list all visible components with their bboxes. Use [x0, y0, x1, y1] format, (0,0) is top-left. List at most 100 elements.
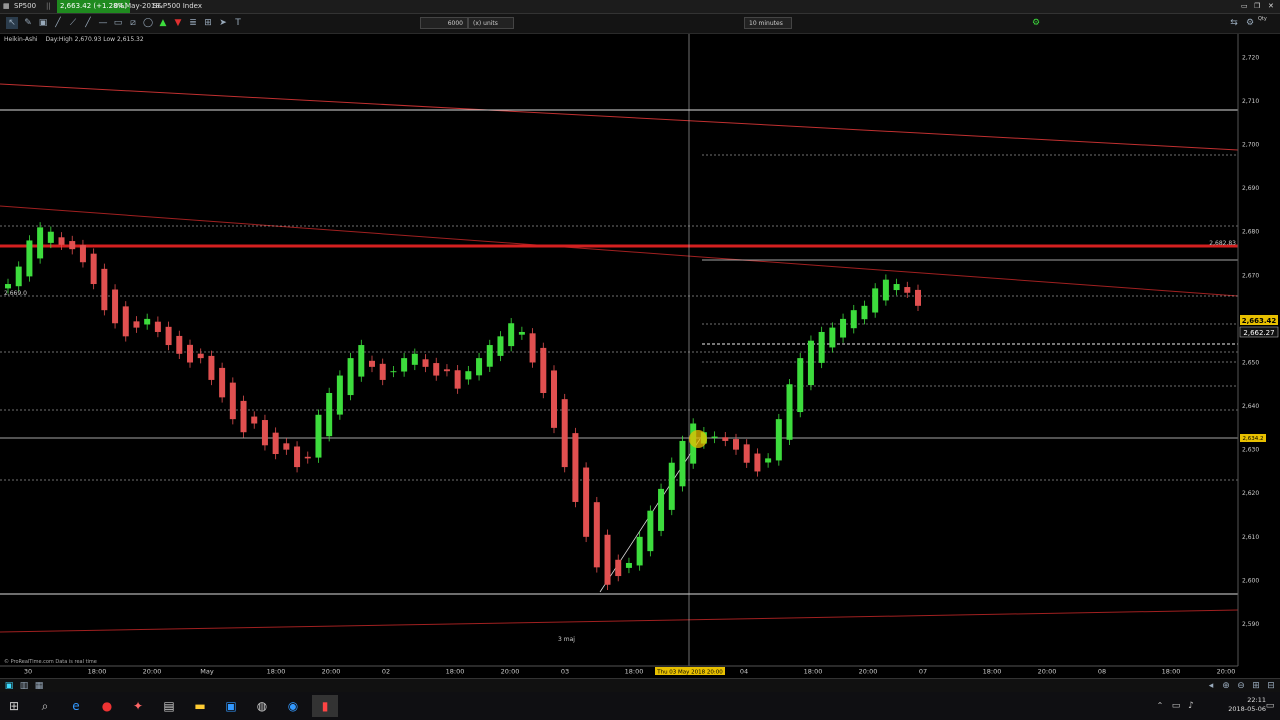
- data-source-label: © ProRealTime.com Data is real time: [4, 659, 97, 665]
- pencil-icon[interactable]: ✎: [22, 17, 34, 29]
- time-tick-label: 20:00: [1038, 668, 1057, 676]
- down-arrow-icon[interactable]: ▼: [172, 17, 184, 29]
- edge-icon[interactable]: e: [68, 698, 84, 714]
- badge-current-text: 2,663.42: [1242, 317, 1277, 325]
- candle-bull: [15, 266, 22, 287]
- trendline-lower[interactable]: [0, 609, 1239, 633]
- volume-icon[interactable]: ♪: [1183, 698, 1199, 714]
- text-icon[interactable]: T: [232, 17, 244, 29]
- low-date-label: 3 maj: [558, 636, 575, 643]
- units-select[interactable]: (x) units: [468, 17, 514, 29]
- candle-bear: [294, 446, 301, 468]
- rectangle-icon[interactable]: ▭: [112, 17, 124, 29]
- notifications-icon[interactable]: ▭: [1262, 698, 1278, 714]
- symbol-name[interactable]: SP500: [14, 0, 36, 13]
- config-icon[interactable]: ⚙: [1244, 17, 1256, 29]
- tray-chevron-icon[interactable]: ⌃: [1152, 698, 1168, 714]
- time-tick-label: 18:00: [804, 668, 823, 676]
- close-icon[interactable]: ✕: [1268, 0, 1274, 13]
- browser-icon[interactable]: ◉: [285, 698, 301, 714]
- price-tick-label: 2,680: [1242, 229, 1259, 236]
- candle-bear: [904, 287, 911, 293]
- pointer-icon[interactable]: ↖: [6, 17, 18, 29]
- network-icon[interactable]: ▭: [1168, 698, 1184, 714]
- candle-bull: [518, 331, 525, 335]
- settings-icon[interactable]: ▣: [223, 698, 239, 714]
- price-chart[interactable]: 2,7302,7202,7102,7002,6902,6802,6702,660…: [0, 34, 1280, 678]
- title-bar: ▦ SP500 || 2,663.42 (+1.28%) 04.May-2018…: [0, 0, 1280, 14]
- units-input[interactable]: 6000: [420, 17, 468, 29]
- indicator-icon[interactable]: ▦: [33, 680, 45, 692]
- link-icon[interactable]: ⚙: [1024, 17, 1048, 29]
- arrow-icon[interactable]: ➤: [217, 17, 229, 29]
- prorealtime-icon[interactable]: ▮: [312, 695, 338, 717]
- candle-bear: [58, 237, 65, 245]
- time-tick-label: 20:00: [1217, 668, 1236, 676]
- candle-bull: [786, 384, 793, 440]
- search-icon[interactable]: ⌕: [37, 698, 53, 714]
- price-tick-label: 2,650: [1242, 359, 1259, 366]
- network-app-icon[interactable]: ◍: [254, 698, 270, 714]
- brush-icon[interactable]: ▣: [37, 17, 49, 29]
- candle-bear: [283, 443, 290, 450]
- scroll-left-icon[interactable]: ◂: [1205, 680, 1217, 692]
- candle-bull: [658, 488, 665, 531]
- candle-bull: [37, 227, 44, 259]
- start-icon[interactable]: ⊞: [6, 698, 22, 714]
- layout-icon[interactable]: ▣: [3, 680, 15, 692]
- zoom-out-icon[interactable]: ⊖: [1235, 680, 1247, 692]
- up-arrow-icon[interactable]: ▲: [157, 17, 169, 29]
- time-tick-label: 20:00: [322, 668, 341, 676]
- explorer-icon[interactable]: ▬: [192, 698, 208, 714]
- timeframe-select[interactable]: 10 minutes: [744, 17, 792, 29]
- scroll-icon[interactable]: ⇆: [1228, 17, 1240, 29]
- split-icon[interactable]: ▥: [18, 680, 30, 692]
- ellipse-icon[interactable]: ◯: [142, 17, 154, 29]
- price-tick-label: 2,590: [1242, 621, 1259, 628]
- candle-bull: [840, 318, 847, 338]
- candle-bull: [893, 284, 900, 291]
- candle-bear: [176, 335, 183, 354]
- candle-bear: [154, 321, 161, 332]
- ray-icon[interactable]: ⟋: [67, 17, 79, 29]
- line-icon[interactable]: ╱: [52, 17, 64, 29]
- candle-bull: [476, 358, 483, 376]
- candle-bull: [829, 327, 836, 348]
- recorder-icon[interactable]: ●: [99, 698, 115, 714]
- fibonacci-icon[interactable]: ≣: [187, 17, 199, 29]
- horizontal-line-icon[interactable]: —: [97, 17, 109, 29]
- taskbar: ⊞ ⌕ e ● ✦ ▤ ▬ ▣ ◍ ◉ ▮ ⌃ ▭ ♪ 22:11 2018-0…: [0, 692, 1280, 720]
- candle-bull: [390, 371, 397, 373]
- candle-bear: [240, 400, 247, 433]
- candle-bull: [765, 458, 772, 463]
- time-tick-label: 20:00: [501, 668, 520, 676]
- zoom-reset-icon[interactable]: ⊟: [1265, 680, 1277, 692]
- time-tick-label: 03: [561, 668, 569, 676]
- candle-bear: [604, 534, 611, 585]
- trendline-middle[interactable]: [0, 205, 1239, 297]
- taskbar-clock[interactable]: 22:11 2018-05-06: [1228, 696, 1266, 714]
- chart-menu-icon[interactable]: ▦: [3, 0, 10, 13]
- candle-bull: [26, 240, 33, 277]
- candle-bear: [422, 359, 429, 367]
- minimize-icon[interactable]: ▭: [1241, 0, 1248, 13]
- candle-bull: [872, 288, 879, 313]
- store-icon[interactable]: ▤: [161, 698, 177, 714]
- badge-prev-price: 2,662.27: [1239, 326, 1279, 338]
- gann-icon[interactable]: ⊞: [202, 17, 214, 29]
- chart-bottom-strip: ▣ ▥ ▦ ◂ ⊕ ⊖ ⊞ ⊟: [0, 678, 1280, 692]
- restore-icon[interactable]: ❐: [1254, 0, 1260, 13]
- cursor-highlight: [689, 430, 707, 448]
- app-icon[interactable]: ✦: [130, 698, 146, 714]
- zoom-fit-icon[interactable]: ⊞: [1250, 680, 1262, 692]
- channel-icon[interactable]: ⧄: [127, 17, 139, 29]
- candle-bear: [208, 355, 215, 380]
- badge-current-price: 2,663.42: [1240, 315, 1278, 325]
- candle-bull: [401, 358, 408, 372]
- badge-key-level-text: 2,682.83: [1209, 240, 1236, 247]
- candle-bull: [850, 310, 857, 329]
- time-tick-label: 18:00: [625, 668, 644, 676]
- trendline-icon[interactable]: ╱: [82, 17, 94, 29]
- zoom-in-icon[interactable]: ⊕: [1220, 680, 1232, 692]
- trendline-upper[interactable]: [0, 83, 1239, 151]
